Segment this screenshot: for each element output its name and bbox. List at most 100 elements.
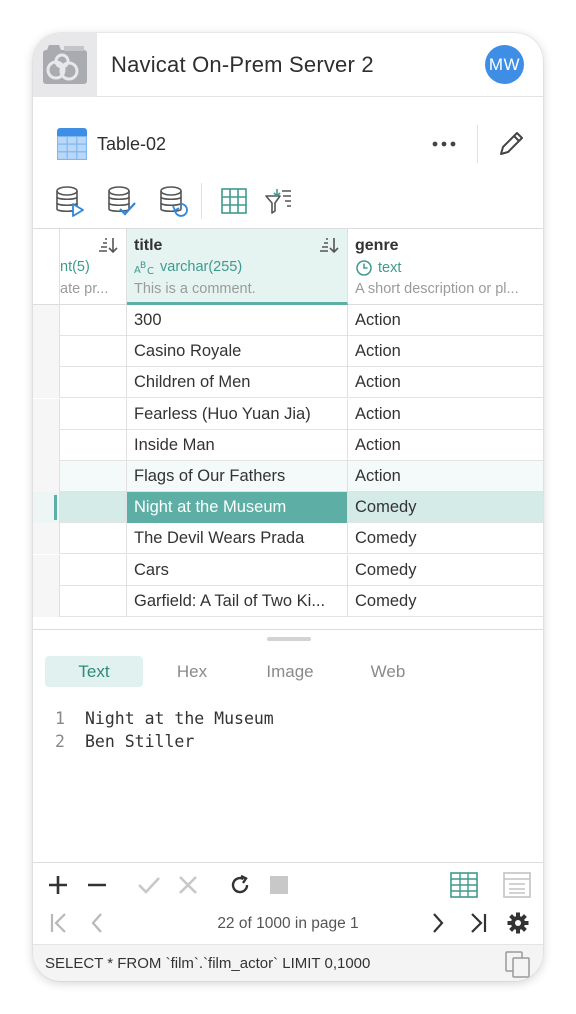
genre-cell[interactable]: Comedy [348,555,543,586]
data-cell[interactable] [60,554,127,586]
title-cell[interactable]: Children of Men [127,367,348,399]
stop-icon[interactable] [265,871,293,899]
data-cell[interactable] [60,367,127,399]
table-row[interactable]: Night at the Museum Comedy [33,492,543,524]
title-cell[interactable]: Fearless (Huo Yuan Jia) [127,398,348,430]
resize-handle[interactable] [267,637,311,641]
last-page-icon[interactable] [464,909,492,937]
row-header-cell[interactable] [33,554,60,586]
title-cell[interactable]: 300 [127,305,348,336]
data-cell[interactable] [60,429,127,461]
row-header-cell[interactable] [33,461,60,492]
column-header-genre[interactable]: genre text A short description or pl... [348,229,543,305]
tab-text[interactable]: Text [45,656,143,687]
filter-sort-icon[interactable] [263,185,293,217]
genre-cell[interactable]: Comedy [348,586,543,617]
selected-row-marker [54,495,57,521]
table-row[interactable]: Children of Men Action [33,367,543,399]
tab-web[interactable]: Web [339,656,437,687]
row-header-cell[interactable] [33,429,60,461]
sql-query: SELECT * FROM `film`.`film_actor` LIMIT … [45,955,371,972]
record-action-bar [33,867,543,903]
tab-hex[interactable]: Hex [143,656,241,687]
database-revert-icon[interactable] [159,185,189,217]
line-text: Ben Stiller [85,732,195,751]
data-cell[interactable] [60,492,127,524]
data-cell[interactable] [60,461,127,492]
panel-divider [33,629,543,630]
row-header-cell[interactable] [33,585,60,617]
connection-title: Navicat On-Prem Server 2 [111,51,374,77]
next-page-icon[interactable] [424,909,452,937]
database-check-icon[interactable] [107,185,137,217]
add-record-icon[interactable] [44,871,72,899]
table-row[interactable]: The Devil Wears Prada Comedy [33,523,543,555]
text-viewer[interactable]: 1 Night at the Museum 2 Ben Stiller [55,709,274,755]
copy-icon[interactable] [505,951,531,979]
settings-gear-icon[interactable] [504,909,532,937]
genre-cell[interactable]: Action [348,461,543,492]
data-cell[interactable] [60,585,127,617]
line-number: 1 [55,709,65,728]
row-header-cell[interactable] [33,523,60,555]
column-comment: A short description or pl... [355,281,519,297]
title-cell[interactable]: Night at the Museum [127,492,348,524]
server-icon[interactable] [33,33,97,97]
title-cell[interactable]: Flags of Our Fathers [127,461,348,492]
refresh-icon[interactable] [226,871,254,899]
grid-mode-icon[interactable] [450,871,478,899]
column-header-partial[interactable]: nt(5) ate pr... [60,229,127,305]
row-header-cell[interactable] [33,305,60,336]
row-header-cell[interactable] [33,367,60,399]
column-name: title [134,237,163,254]
edit-pencil-icon[interactable] [496,129,526,159]
database-run-icon[interactable] [55,185,85,217]
title-cell[interactable]: Inside Man [127,429,348,461]
row-header-cell[interactable] [33,336,60,368]
grid-view-icon[interactable] [219,185,249,217]
genre-cell[interactable]: Comedy [348,523,543,554]
table-row[interactable]: 300 Action [33,305,543,336]
table-row[interactable]: Flags of Our Fathers Action [33,461,543,492]
table-row[interactable]: Cars Comedy [33,554,543,586]
discard-changes-icon[interactable] [174,871,202,899]
genre-cell[interactable]: Action [348,430,543,461]
table-row[interactable]: Casino Royale Action [33,336,543,368]
sort-icon[interactable] [98,237,118,253]
genre-cell[interactable]: Action [348,399,543,430]
data-cell[interactable] [60,305,127,336]
genre-cell[interactable]: Action [348,367,543,398]
title-cell[interactable]: The Devil Wears Prada [127,523,348,555]
table-row[interactable]: Garfield: A Tail of Two Ki... Comedy [33,585,543,617]
grid-toolbar [33,183,543,219]
delete-record-icon[interactable] [83,871,111,899]
data-cell[interactable] [60,523,127,555]
apply-changes-icon[interactable] [135,871,163,899]
row-header-cell[interactable] [33,398,60,430]
column-header-title[interactable]: title A B C varchar(255) This is a comme… [127,229,348,305]
title-cell[interactable]: Casino Royale [127,336,348,368]
table-name: Table-02 [97,133,167,154]
title-cell[interactable]: Garfield: A Tail of Two Ki... [127,585,348,617]
tab-image[interactable]: Image [241,656,339,687]
line-number: 2 [55,732,65,751]
column-comment: This is a comment. [134,281,256,297]
data-cell[interactable] [60,398,127,430]
form-mode-icon[interactable] [503,871,531,899]
genre-cell[interactable]: Comedy [348,492,543,523]
sort-icon[interactable] [319,237,339,253]
column-comment: ate pr... [60,281,109,297]
app-window: Navicat On-Prem Server 2 MW Table-02 nt(… [33,33,543,981]
divider [477,125,478,163]
table-icon [57,128,87,160]
title-cell[interactable]: Cars [127,554,348,586]
genre-cell[interactable]: Action [348,336,543,367]
svg-text:C: C [147,266,154,275]
more-options-icon[interactable] [429,129,459,159]
data-cell[interactable] [60,336,127,368]
column-type: A B C varchar(255) [134,259,242,275]
table-row[interactable]: Inside Man Action [33,429,543,461]
table-row[interactable]: Fearless (Huo Yuan Jia) Action [33,398,543,430]
genre-cell[interactable]: Action [348,305,543,336]
avatar[interactable]: MW [485,45,524,84]
